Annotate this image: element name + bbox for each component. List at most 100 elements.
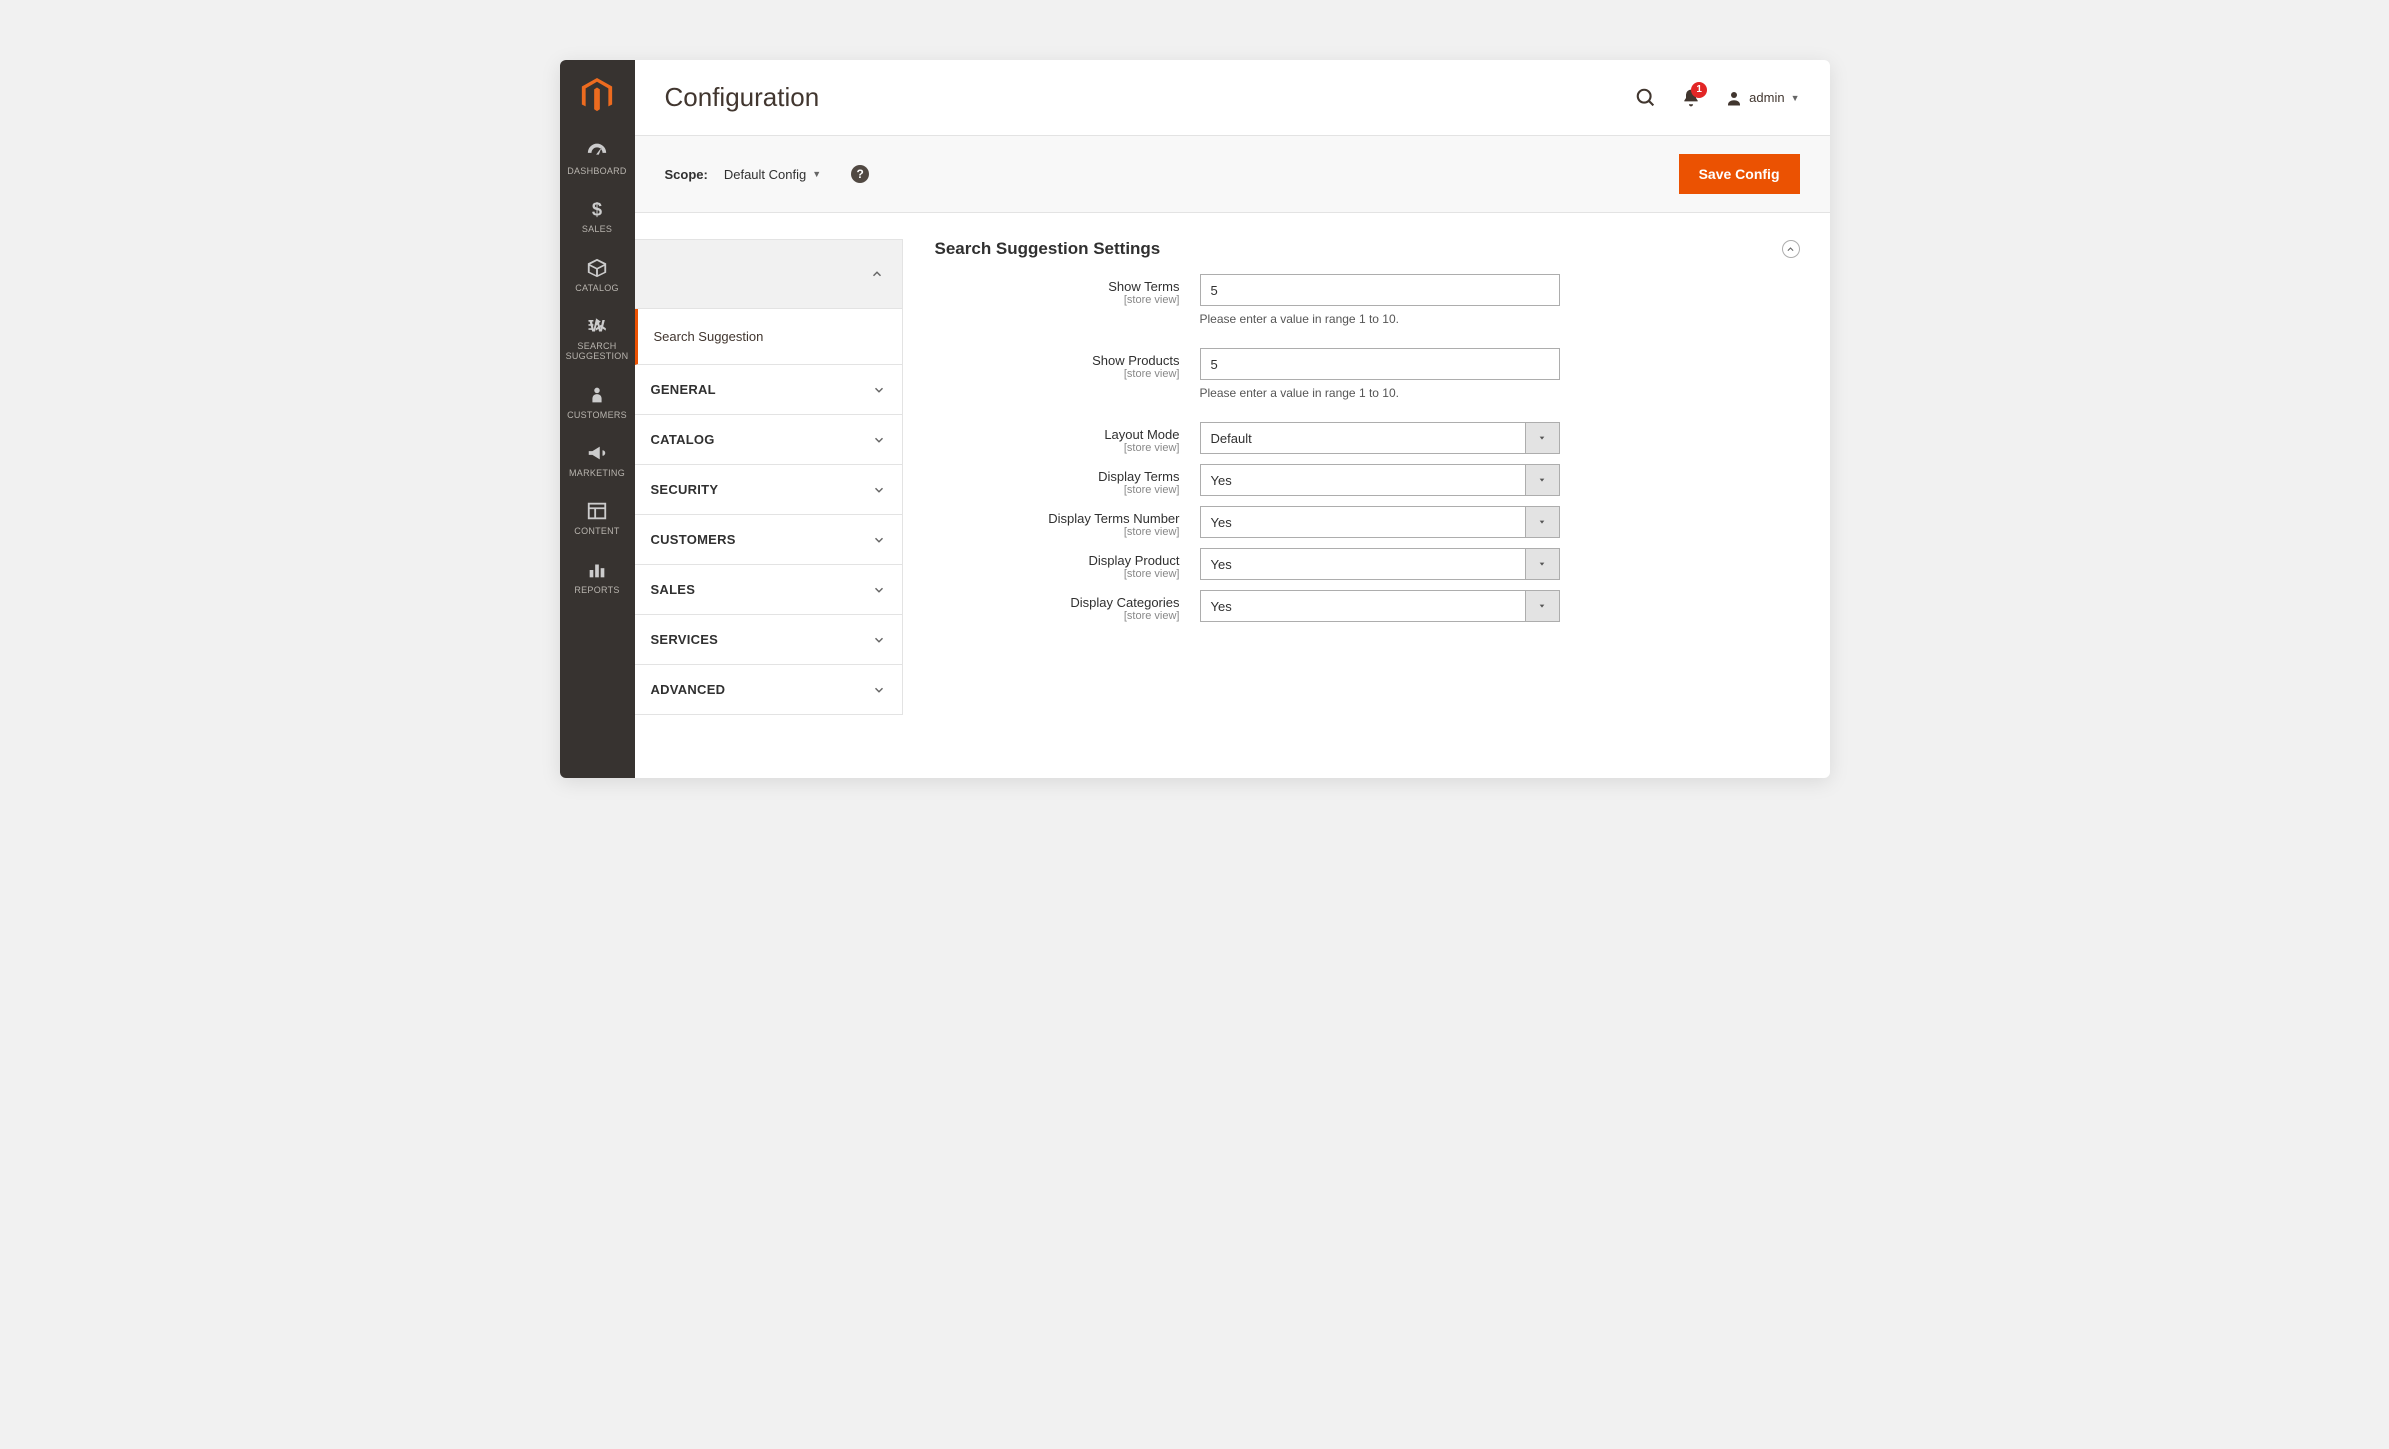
dollar-icon: $ — [586, 198, 608, 220]
account-menu-button[interactable]: admin ▼ — [1725, 89, 1799, 107]
config-nav-section-label: CUSTOMERS — [651, 532, 736, 547]
sidebar-item-label: CATALOG — [575, 283, 619, 293]
field-display-categories: Display Categories [store view] Yes — [935, 590, 1800, 622]
chevron-up-icon — [1786, 245, 1795, 254]
gauge-icon — [586, 140, 608, 162]
config-nav-section-label: CATALOG — [651, 432, 715, 447]
show-products-input[interactable] — [1200, 348, 1560, 380]
select-toggle[interactable] — [1526, 590, 1560, 622]
field-control: Please enter a value in range 1 to 10. — [1200, 274, 1560, 326]
sidebar-item-search-suggestion[interactable]: W SEARCH SUGGESTION — [560, 305, 635, 374]
scope-label: Scope: — [665, 167, 708, 182]
select-value: Default — [1200, 422, 1526, 454]
field-scope-hint: [store view] — [935, 294, 1180, 306]
field-label-text: Display Categories — [935, 595, 1180, 610]
save-config-button[interactable]: Save Config — [1679, 154, 1800, 194]
field-control: Yes — [1200, 506, 1560, 538]
field-label-text: Display Terms — [935, 469, 1180, 484]
user-name-label: admin — [1749, 90, 1784, 105]
form-area: Search Suggestion Settings Show Terms [s… — [903, 239, 1800, 778]
select-value: Yes — [1200, 590, 1526, 622]
svg-text:W: W — [589, 318, 605, 336]
layout-mode-select[interactable]: Default — [1200, 422, 1560, 454]
field-scope-hint: [store view] — [935, 610, 1180, 622]
field-scope-hint: [store view] — [935, 368, 1180, 380]
chevron-down-icon — [872, 483, 886, 497]
field-show-products: Show Products [store view] Please enter … — [935, 348, 1800, 400]
field-scope-hint: [store view] — [935, 568, 1180, 580]
display-product-select[interactable]: Yes — [1200, 548, 1560, 580]
field-control: Please enter a value in range 1 to 10. — [1200, 348, 1560, 400]
config-nav-section-label: SERVICES — [651, 632, 719, 647]
user-icon — [1725, 89, 1743, 107]
admin-sidebar: DASHBOARD $ SALES CATALOG W SEARCH SUGGE… — [560, 60, 635, 778]
page-title: Configuration — [665, 82, 1636, 113]
config-nav: Search Suggestion GENERAL CATALOG SECURI… — [635, 239, 903, 778]
config-nav-section-label: SALES — [651, 582, 696, 597]
field-label-text: Display Terms Number — [935, 511, 1180, 526]
global-search-button[interactable] — [1635, 87, 1657, 109]
config-nav-active-item[interactable]: Search Suggestion — [635, 309, 903, 365]
chevron-down-icon — [872, 383, 886, 397]
layout-icon — [586, 500, 608, 522]
select-toggle[interactable] — [1526, 548, 1560, 580]
bar-chart-icon — [586, 559, 608, 581]
field-show-terms: Show Terms [store view] Please enter a v… — [935, 274, 1800, 326]
page-header: Configuration 1 admin ▼ — [635, 60, 1830, 135]
sidebar-item-label: CONTENT — [574, 526, 619, 536]
content-area: Search Suggestion GENERAL CATALOG SECURI… — [635, 213, 1830, 778]
field-label: Display Product [store view] — [935, 548, 1200, 580]
display-categories-select[interactable]: Yes — [1200, 590, 1560, 622]
sidebar-item-label: DASHBOARD — [567, 166, 626, 176]
sidebar-item-dashboard[interactable]: DASHBOARD — [560, 130, 635, 188]
sidebar-item-label: MARKETING — [569, 468, 625, 478]
help-button[interactable]: ? — [851, 165, 869, 183]
sidebar-item-label: SEARCH SUGGESTION — [562, 341, 633, 362]
config-nav-section-label: GENERAL — [651, 382, 716, 397]
display-terms-number-select[interactable]: Yes — [1200, 506, 1560, 538]
collapse-button[interactable] — [1782, 240, 1800, 258]
config-nav-section-services[interactable]: SERVICES — [635, 615, 903, 665]
field-control: Yes — [1200, 548, 1560, 580]
person-icon — [586, 384, 608, 406]
field-scope-hint: [store view] — [935, 442, 1180, 454]
config-nav-section-advanced[interactable]: ADVANCED — [635, 665, 903, 715]
main-content: Configuration 1 admin ▼ Scope: Defaul — [635, 60, 1830, 778]
sidebar-item-reports[interactable]: REPORTS — [560, 549, 635, 607]
config-nav-section-security[interactable]: SECURITY — [635, 465, 903, 515]
field-label-text: Show Products — [935, 353, 1180, 368]
show-terms-input[interactable] — [1200, 274, 1560, 306]
sidebar-item-customers[interactable]: CUSTOMERS — [560, 374, 635, 432]
sidebar-item-content[interactable]: CONTENT — [560, 490, 635, 548]
field-label-text: Show Terms — [935, 279, 1180, 294]
sidebar-item-catalog[interactable]: CATALOG — [560, 247, 635, 305]
sidebar-item-label: REPORTS — [574, 585, 619, 595]
scope-selector[interactable]: Default Config ▼ — [724, 167, 821, 182]
sidebar-item-marketing[interactable]: MARKETING — [560, 432, 635, 490]
sidebar-item-sales[interactable]: $ SALES — [560, 188, 635, 246]
config-nav-section-sales[interactable]: SALES — [635, 565, 903, 615]
field-control: Default — [1200, 422, 1560, 454]
megaphone-icon — [586, 442, 608, 464]
select-toggle[interactable] — [1526, 464, 1560, 496]
config-nav-section-catalog[interactable]: CATALOG — [635, 415, 903, 465]
config-nav-section-general[interactable]: GENERAL — [635, 365, 903, 415]
select-value: Yes — [1200, 548, 1526, 580]
select-toggle[interactable] — [1526, 506, 1560, 538]
display-terms-select[interactable]: Yes — [1200, 464, 1560, 496]
fieldset-header: Search Suggestion Settings — [935, 239, 1800, 274]
magento-logo[interactable] — [560, 60, 635, 130]
notifications-button[interactable]: 1 — [1681, 88, 1701, 108]
config-nav-section-customers[interactable]: CUSTOMERS — [635, 515, 903, 565]
field-label-text: Display Product — [935, 553, 1180, 568]
select-toggle[interactable] — [1526, 422, 1560, 454]
field-control: Yes — [1200, 464, 1560, 496]
sidebar-item-label: CUSTOMERS — [567, 410, 627, 420]
chevron-down-icon — [872, 433, 886, 447]
config-nav-header[interactable] — [635, 239, 903, 309]
app-window: DASHBOARD $ SALES CATALOG W SEARCH SUGGE… — [560, 60, 1830, 778]
field-label-text: Layout Mode — [935, 427, 1180, 442]
chevron-down-icon — [872, 533, 886, 547]
config-nav-section-label: SECURITY — [651, 482, 719, 497]
triangle-down-icon — [1538, 602, 1546, 610]
